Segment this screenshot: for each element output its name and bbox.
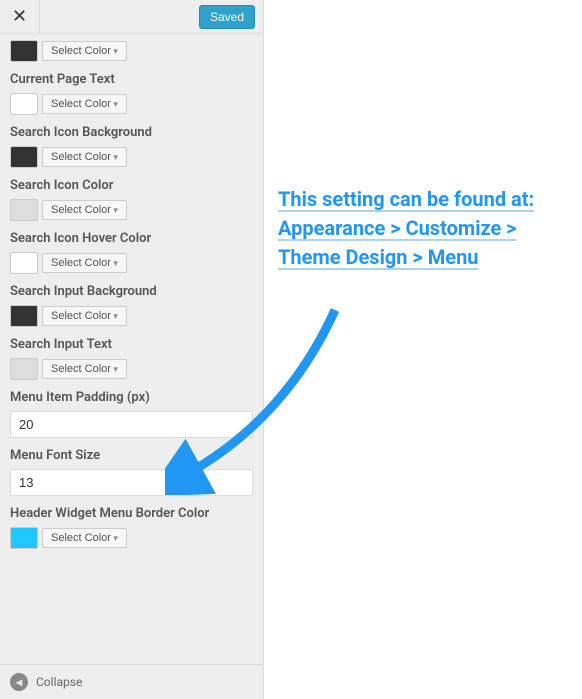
close-button[interactable]: ✕ bbox=[0, 0, 40, 34]
color-row: Select Color bbox=[10, 93, 253, 115]
control-search-icon-bg: Search Icon Background Select Color bbox=[10, 125, 253, 168]
control-label: Search Icon Background bbox=[10, 125, 253, 140]
select-color-button[interactable]: Select Color bbox=[42, 253, 127, 273]
select-color-button[interactable]: Select Color bbox=[42, 200, 127, 220]
control-header-widget-border: Header Widget Menu Border Color Select C… bbox=[10, 506, 253, 549]
color-row: Select Color bbox=[10, 199, 253, 221]
collapse-icon: ◄ bbox=[10, 673, 28, 691]
color-row: Select Color bbox=[10, 146, 253, 168]
control-label: Search Input Background bbox=[10, 284, 253, 299]
color-control-initial: Select Color bbox=[10, 40, 253, 62]
color-swatch[interactable] bbox=[10, 93, 38, 115]
close-icon: ✕ bbox=[12, 6, 27, 27]
color-swatch[interactable] bbox=[10, 527, 38, 549]
control-menu-item-padding: Menu Item Padding (px) bbox=[10, 390, 253, 438]
select-color-button[interactable]: Select Color bbox=[42, 94, 127, 114]
control-current-page-text: Current Page Text Select Color bbox=[10, 72, 253, 115]
control-label: Menu Font Size bbox=[10, 448, 253, 463]
control-label: Menu Item Padding (px) bbox=[10, 390, 253, 405]
customizer-sidebar: ✕ Saved Select Color Current Page Text S… bbox=[0, 0, 264, 699]
color-row: Select Color bbox=[10, 40, 253, 62]
menu-font-size-input[interactable] bbox=[10, 469, 253, 496]
control-search-input-bg: Search Input Background Select Color bbox=[10, 284, 253, 327]
control-label: Header Widget Menu Border Color bbox=[10, 506, 253, 521]
color-row: Select Color bbox=[10, 252, 253, 274]
color-swatch[interactable] bbox=[10, 252, 38, 274]
select-color-button[interactable]: Select Color bbox=[42, 528, 127, 548]
color-swatch[interactable] bbox=[10, 305, 38, 327]
color-swatch[interactable] bbox=[10, 146, 38, 168]
color-swatch[interactable] bbox=[10, 358, 38, 380]
sidebar-footer[interactable]: ◄ Collapse bbox=[0, 664, 263, 699]
select-color-button[interactable]: Select Color bbox=[42, 41, 127, 61]
control-label: Search Icon Color bbox=[10, 178, 253, 193]
control-menu-font-size: Menu Font Size bbox=[10, 448, 253, 496]
select-color-button[interactable]: Select Color bbox=[42, 359, 127, 379]
menu-item-padding-input[interactable] bbox=[10, 411, 253, 438]
control-search-icon-hover: Search Icon Hover Color Select Color bbox=[10, 231, 253, 274]
saved-button[interactable]: Saved bbox=[199, 5, 255, 29]
sidebar-header: ✕ Saved bbox=[0, 0, 263, 34]
control-search-icon-color: Search Icon Color Select Color bbox=[10, 178, 253, 221]
annotation-text: This setting can be found at: Appearance… bbox=[278, 185, 568, 272]
control-search-input-text: Search Input Text Select Color bbox=[10, 337, 253, 380]
color-swatch[interactable] bbox=[10, 40, 38, 62]
panel-body: Select Color Current Page Text Select Co… bbox=[0, 34, 263, 664]
select-color-button[interactable]: Select Color bbox=[42, 147, 127, 167]
select-color-button[interactable]: Select Color bbox=[42, 306, 127, 326]
color-row: Select Color bbox=[10, 305, 253, 327]
control-label: Search Icon Hover Color bbox=[10, 231, 253, 246]
collapse-label: Collapse bbox=[36, 675, 82, 689]
control-label: Search Input Text bbox=[10, 337, 253, 352]
control-label: Current Page Text bbox=[10, 72, 253, 87]
color-row: Select Color bbox=[10, 358, 253, 380]
color-row: Select Color bbox=[10, 527, 253, 549]
color-swatch[interactable] bbox=[10, 199, 38, 221]
